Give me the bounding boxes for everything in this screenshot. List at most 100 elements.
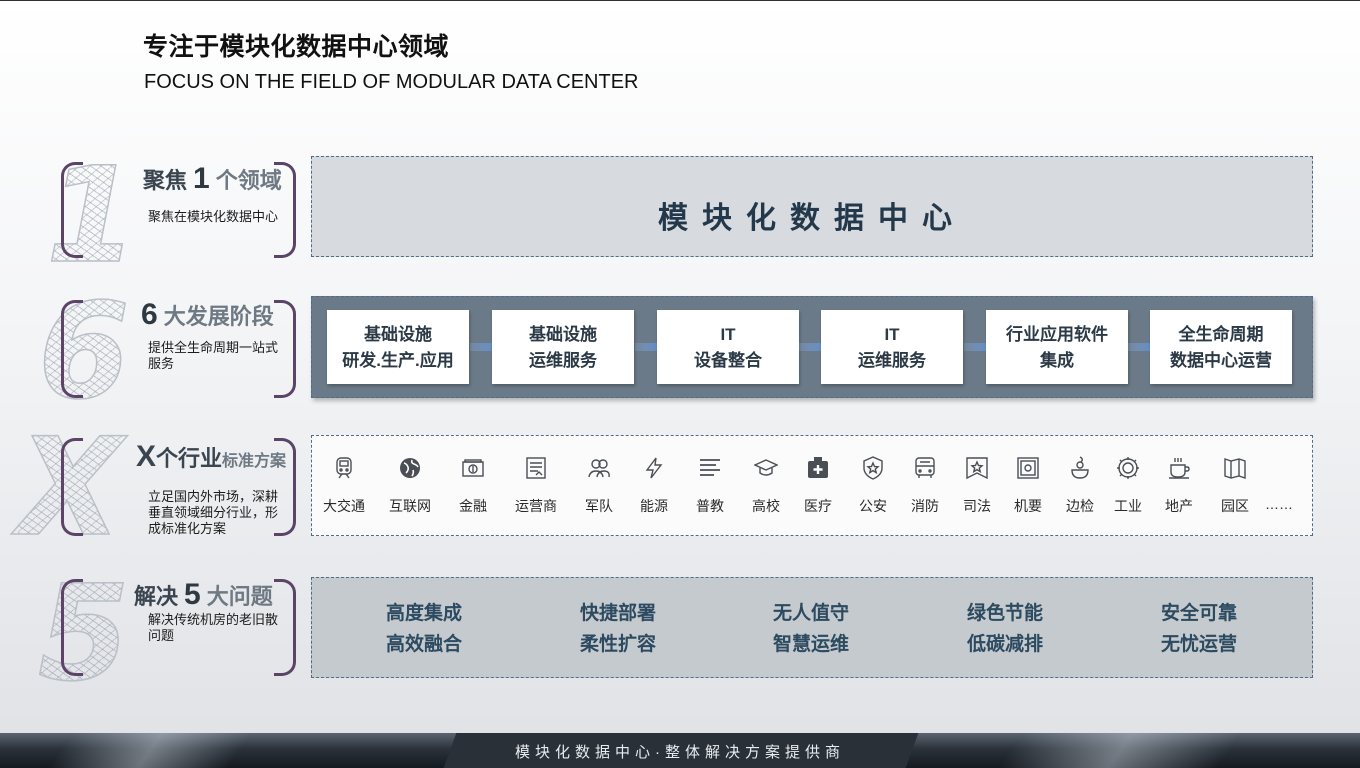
- stage-line2: 运维服务: [858, 351, 926, 370]
- problem-line1: 快捷部署: [579, 603, 656, 624]
- fire-truck-icon: [915, 457, 935, 478]
- footer-text: 模块化数据中心·整体解决方案提供商: [515, 744, 845, 761]
- banknote-icon: [462, 459, 484, 477]
- big-number-1: 1: [45, 139, 138, 293]
- focus-panel: 模块化数据中心: [311, 156, 1313, 257]
- industry-label: 军队: [585, 498, 613, 514]
- problem-item: 无人值守 智慧运维: [731, 598, 891, 660]
- problem-line1: 无人值守: [772, 603, 849, 624]
- industry-item: 普教: [680, 456, 740, 516]
- stage-line2: 数据中心运营: [1170, 351, 1272, 370]
- row2-label-num: 6: [141, 298, 158, 331]
- stage-line1: IT: [884, 325, 900, 344]
- stage-line1: IT: [720, 325, 736, 344]
- left-bracket: [61, 162, 83, 258]
- row3-label: X个行业标准方案: [136, 440, 286, 474]
- industry-label: 互联网: [389, 498, 431, 514]
- industry-label: 机要: [1014, 498, 1042, 514]
- row1-label-post: 个领域: [215, 168, 282, 193]
- row2-label-post: 大发展阶段: [163, 304, 274, 329]
- industry-label: 医疗: [804, 498, 832, 514]
- gear-icon: [1117, 457, 1139, 479]
- industry-label: 地产: [1165, 498, 1193, 514]
- border-guard-icon: [1071, 456, 1089, 479]
- big-number-5: 5: [37, 557, 130, 711]
- text-lines-icon: [700, 459, 720, 476]
- industry-item: 医疗: [788, 456, 848, 516]
- stage-card: IT 设备整合: [657, 310, 799, 384]
- industry-more-label: ……: [1265, 496, 1293, 512]
- stage-line1: 基础设施: [364, 325, 432, 344]
- industries-panel: 大交通 互联网 金融 运营商 军队 能源 普教 高校 医疗 公安 消防 司法 机…: [311, 435, 1313, 536]
- row4-label-post: 大问题: [206, 584, 273, 609]
- row4-label: 解决 5 大问题: [134, 578, 273, 612]
- row2-desc: 提供全生命周期一站式服务: [148, 340, 279, 371]
- document-icon: [526, 457, 546, 479]
- industry-label: 大交通: [323, 498, 365, 514]
- graduation-cap-icon: [754, 459, 778, 476]
- industry-item: 公安: [843, 456, 903, 516]
- left-bracket: [61, 438, 83, 536]
- stage-line2: 集成: [1040, 351, 1074, 370]
- stage-line1: 全生命周期: [1178, 325, 1264, 344]
- lightning-icon: [645, 457, 663, 479]
- page-title: 专注于模块化数据中心领域: [143, 33, 450, 61]
- problem-item: 快捷部署 柔性扩容: [538, 598, 698, 660]
- map-book-icon: [1224, 458, 1246, 479]
- stage-card: 基础设施研发.生产.应用: [327, 310, 469, 384]
- row1-label: 聚焦 1 个领域: [143, 162, 282, 196]
- industry-item: 军队: [569, 456, 629, 516]
- row4-label-pre: 解决: [134, 584, 179, 609]
- row1-desc: 聚焦在模块化数据中心: [148, 209, 279, 224]
- stage-card: IT 运维服务: [821, 310, 963, 384]
- industry-item: 地产: [1149, 456, 1209, 516]
- row4-desc: 解决传统机房的老旧散问题: [148, 612, 279, 643]
- industry-item: 消防: [895, 456, 955, 516]
- industry-label: 能源: [640, 498, 668, 514]
- problem-line1: 安全可靠: [1160, 603, 1237, 624]
- problem-line2: 低碳减排: [966, 634, 1043, 655]
- globe-icon: [400, 458, 420, 478]
- problem-item: 安全可靠 无忧运营: [1119, 598, 1279, 660]
- row3-desc: 立足国内外市场，深耕垂直领域细分行业，形成标准化方案: [148, 489, 279, 536]
- people-icon: [588, 459, 610, 478]
- industry-item: 金融: [443, 456, 503, 516]
- industry-label: 高校: [752, 498, 780, 514]
- stage-line1: 基础设施: [529, 325, 597, 344]
- train-icon: [336, 457, 352, 479]
- industry-label: 运营商: [515, 498, 557, 514]
- problem-line2: 柔性扩容: [579, 634, 656, 655]
- star-flag-icon: [966, 457, 988, 480]
- industry-label: 消防: [911, 498, 939, 514]
- industry-item: 能源: [624, 456, 684, 516]
- stage-card: 全生命周期数据中心运营: [1150, 310, 1292, 384]
- focus-panel-title: 模块化数据中心: [658, 202, 966, 235]
- industry-item: 运营商: [506, 456, 566, 516]
- industry-label: 普教: [696, 498, 724, 514]
- problem-line2: 智慧运维: [772, 634, 849, 655]
- stage-card: 行业应用软件 集成: [986, 310, 1128, 384]
- industry-item-more: ……: [1249, 456, 1309, 512]
- coffee-cup-icon: [1169, 458, 1190, 479]
- industry-label: 金融: [459, 498, 487, 514]
- left-bracket: [61, 300, 83, 398]
- stage-line1: 行业应用软件: [1006, 325, 1108, 344]
- industry-item: 大交通: [314, 456, 374, 516]
- row1-label-num: 1: [193, 162, 210, 195]
- stage-line2: 设备整合: [694, 351, 762, 370]
- industry-item: 机要: [998, 456, 1058, 516]
- stage-line2: 研发.生产.应用: [342, 351, 454, 370]
- safe-icon: [1017, 457, 1039, 479]
- industry-label: 公安: [859, 498, 887, 514]
- problem-line1: 绿色节能: [966, 603, 1043, 624]
- row3-label-post-small: 标准方案: [222, 453, 287, 470]
- stages-panel: 基础设施研发.生产.应用 基础设施 运维服务 IT 设备整合 IT 运维服务 行业应用…: [311, 296, 1313, 398]
- row4-label-num: 5: [184, 578, 201, 611]
- stage-card: 基础设施 运维服务: [492, 310, 634, 384]
- left-bracket: [61, 579, 83, 676]
- problems-panel: 高度集成 高效融合 快捷部署 柔性扩容 无人值守 智慧运维 绿色节能 低碳减排 安全可靠…: [311, 577, 1313, 678]
- row3-label-post: 个行业: [156, 446, 223, 471]
- row1-label-pre: 聚焦: [143, 168, 188, 193]
- row2-label: 6 大发展阶段: [141, 298, 274, 332]
- problem-line2: 高效融合: [385, 634, 462, 655]
